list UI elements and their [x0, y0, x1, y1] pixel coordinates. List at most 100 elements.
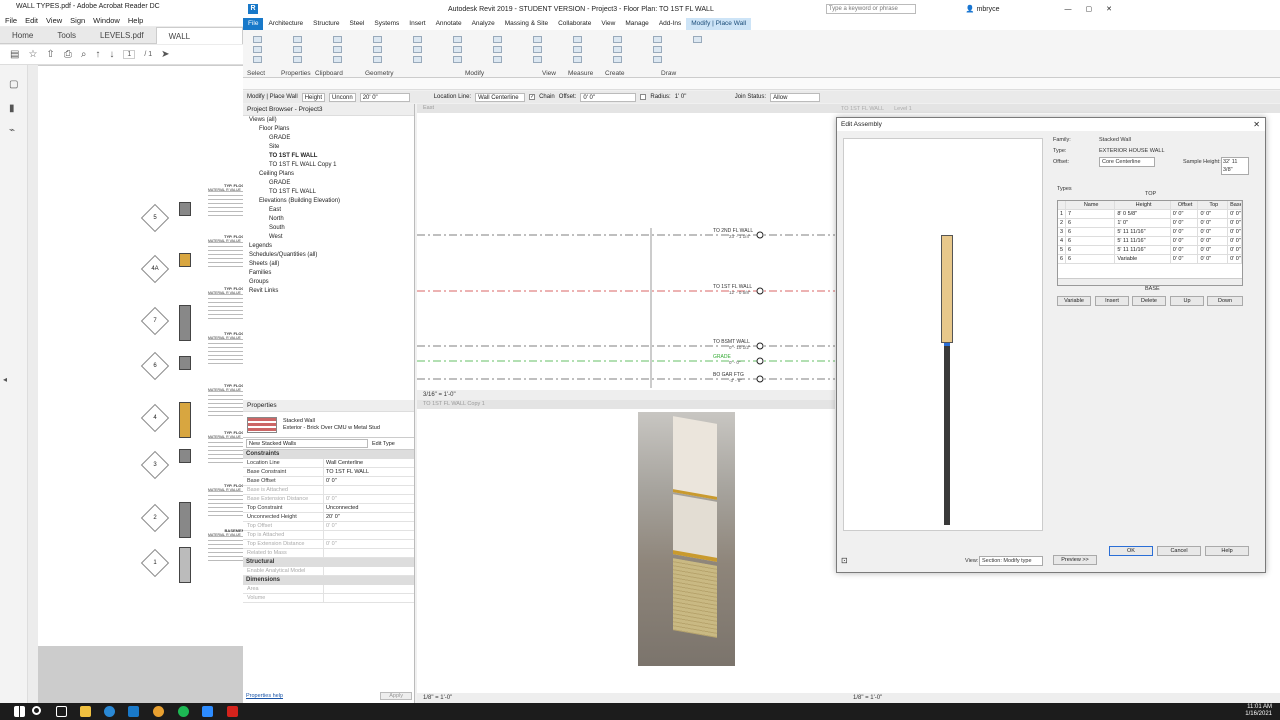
properties-section-constraints[interactable]: Constraints — [243, 450, 414, 459]
types-table-row[interactable]: 2 6 1' 0" 0' 0" 0' 0" 0' 0" — [1058, 219, 1242, 228]
ribbon-tool-icon[interactable] — [493, 46, 502, 53]
browser-item[interactable]: Families — [243, 269, 414, 278]
types-table-cell[interactable]: 5 — [1058, 246, 1066, 254]
clock[interactable]: 11:01 AM 1/16/2021 — [1245, 704, 1272, 718]
types-table-row[interactable]: 4 6 5' 11 11/16" 0' 0" 0' 0" 0' 0" — [1058, 237, 1242, 246]
types-table-cell[interactable]: 0' 0" — [1228, 228, 1242, 236]
types-table-row[interactable]: 5 6 5' 11 11/16" 0' 0" 0' 0" 0' 0" — [1058, 246, 1242, 255]
chain-checkbox[interactable]: ✓ — [529, 94, 536, 100]
ribbon-tool-icon[interactable] — [253, 46, 262, 53]
level-head-icon[interactable] — [756, 375, 764, 383]
types-table-cell[interactable]: 6 — [1066, 246, 1116, 254]
ribbon-tool-icon[interactable] — [373, 56, 382, 63]
browser-item[interactable]: GRADE — [243, 179, 414, 188]
view-scale[interactable]: 3/16" = 1'-0" — [423, 392, 456, 398]
types-table-cell[interactable]: 6 — [1066, 228, 1116, 236]
edit-type-button[interactable]: Edit Type — [372, 441, 395, 447]
browser-item[interactable]: GRADE — [243, 134, 414, 143]
location-line-select[interactable]: Wall Centerline — [475, 92, 526, 102]
delete-button[interactable]: Delete — [1132, 296, 1166, 306]
ribbon-tool-icon[interactable] — [333, 36, 342, 43]
types-table-cell[interactable]: 0' 0" — [1228, 246, 1242, 254]
properties-section-structural[interactable]: Structural — [243, 558, 414, 567]
ribbon-tool-icon[interactable] — [253, 36, 262, 43]
task-view-icon[interactable] — [56, 706, 67, 717]
radius-input[interactable]: 1' 0" — [675, 94, 725, 100]
offset-input[interactable]: 0' 0" — [580, 92, 637, 102]
ribbon-tool-icon[interactable] — [613, 36, 622, 43]
offset-select[interactable]: Core Centerline — [1099, 157, 1155, 167]
types-table-cell[interactable]: 4 — [1058, 237, 1066, 245]
ribbon-tab-view[interactable]: View — [596, 18, 620, 30]
ribbon-tool-icon[interactable] — [453, 56, 462, 63]
types-table-cell[interactable]: 0' 0" — [1198, 219, 1229, 227]
select-cursor-icon[interactable]: ➤ — [161, 49, 169, 60]
edge-icon[interactable] — [104, 706, 115, 717]
tab-home[interactable]: Home — [0, 27, 45, 44]
types-table-cell[interactable]: 6 — [1058, 255, 1066, 263]
property-value[interactable]: Wall Centerline — [323, 459, 414, 467]
ribbon-group-create[interactable]: Create — [605, 70, 625, 77]
zoom-icon[interactable]: ⊡ — [841, 556, 848, 565]
browser-item[interactable]: South — [243, 224, 414, 233]
page-up-icon[interactable]: ↑ — [95, 49, 100, 60]
menu-help[interactable]: Help — [128, 16, 143, 25]
types-table-row[interactable]: 3 6 5' 11 11/16" 0' 0" 0' 0" 0' 0" — [1058, 228, 1242, 237]
ribbon-tab-modify-place-wall[interactable]: Modify | Place Wall — [686, 18, 752, 30]
ok-button[interactable]: OK — [1109, 546, 1153, 556]
ribbon-tab-massing-site[interactable]: Massing & Site — [500, 18, 553, 30]
ribbon-tool-icon[interactable] — [373, 36, 382, 43]
view-select[interactable]: Section: Modify type — [979, 556, 1043, 566]
browser-item[interactable]: Revit Links — [243, 287, 414, 296]
east-elevation-view[interactable]: East TO 2ND FL WALL 23' - 1 1/4" TO 1ST FL… — [417, 104, 835, 400]
table-scrollbar[interactable] — [1058, 278, 1242, 285]
view-tab-east[interactable]: East — [417, 104, 835, 113]
browser-item[interactable]: TO 1ST FL WALL Copy 1 — [243, 161, 414, 170]
ribbon-tab-add-ins[interactable]: Add-Ins — [654, 18, 686, 30]
types-table-cell[interactable]: 0' 0" — [1171, 228, 1199, 236]
ribbon-tab-collaborate[interactable]: Collaborate — [553, 18, 596, 30]
cancel-button[interactable]: Cancel — [1157, 546, 1201, 556]
ribbon-tool-icon[interactable] — [293, 56, 302, 63]
print-icon[interactable]: ⎙ — [64, 49, 72, 60]
browser-item[interactable]: East — [243, 206, 414, 215]
bookmark-star-icon[interactable]: ☆ — [28, 49, 37, 60]
menu-window[interactable]: Window — [93, 16, 120, 25]
ribbon-tool-icon[interactable] — [613, 56, 622, 63]
types-table-cell[interactable]: 6 — [1066, 237, 1116, 245]
types-table-cell[interactable]: 0' 0" — [1228, 219, 1242, 227]
types-table-cell[interactable]: 0' 0" — [1171, 237, 1199, 245]
ribbon-tab-steel[interactable]: Steel — [345, 18, 370, 30]
types-table-cell[interactable]: 0' 0" — [1171, 219, 1199, 227]
join-status-select[interactable]: Allow — [770, 92, 821, 102]
types-table-cell[interactable]: 0' 0" — [1228, 237, 1242, 245]
browser-item[interactable]: TO 1ST FL WALL — [243, 152, 414, 161]
ribbon-tool-icon[interactable] — [413, 46, 422, 53]
types-table-cell[interactable]: 0' 0" — [1198, 228, 1229, 236]
down-button[interactable]: Down — [1207, 296, 1243, 306]
page-number-input[interactable]: 1 — [123, 50, 136, 59]
assembly-preview[interactable] — [843, 138, 1043, 531]
ribbon-tool-icon[interactable] — [613, 46, 622, 53]
types-table-cell[interactable]: 5' 11 11/16" — [1115, 246, 1171, 254]
ribbon-tool-icon[interactable] — [533, 36, 542, 43]
revit-logo-icon[interactable]: R — [248, 4, 258, 14]
browser-item[interactable]: Ceiling Plans — [243, 170, 414, 179]
menu-view[interactable]: View — [46, 16, 62, 25]
level-head-icon[interactable] — [756, 231, 764, 239]
ribbon-tool-icon[interactable] — [333, 56, 342, 63]
collapse-panel-icon[interactable]: ◂ — [3, 375, 13, 385]
ribbon-tool-icon[interactable] — [653, 56, 662, 63]
types-table-cell[interactable]: 5' 11 11/16" — [1115, 237, 1171, 245]
ribbon-tool-icon[interactable] — [373, 46, 382, 53]
ribbon-tool-icon[interactable] — [493, 56, 502, 63]
browser-item[interactable]: Floor Plans — [243, 125, 414, 134]
types-table-row[interactable]: 1 7 8' 0 5/8" 0' 0" 0' 0" 0' 0" — [1058, 210, 1242, 219]
browser-item[interactable]: Groups — [243, 278, 414, 287]
search-icon[interactable]: ⌕ — [81, 49, 87, 60]
ribbon-tool-icon[interactable] — [293, 36, 302, 43]
ribbon-tool-icon[interactable] — [573, 56, 582, 63]
height-select[interactable]: Height — [301, 92, 326, 102]
browser-item[interactable]: Sheets (all) — [243, 260, 414, 269]
ribbon-group-view[interactable]: View — [542, 70, 556, 77]
